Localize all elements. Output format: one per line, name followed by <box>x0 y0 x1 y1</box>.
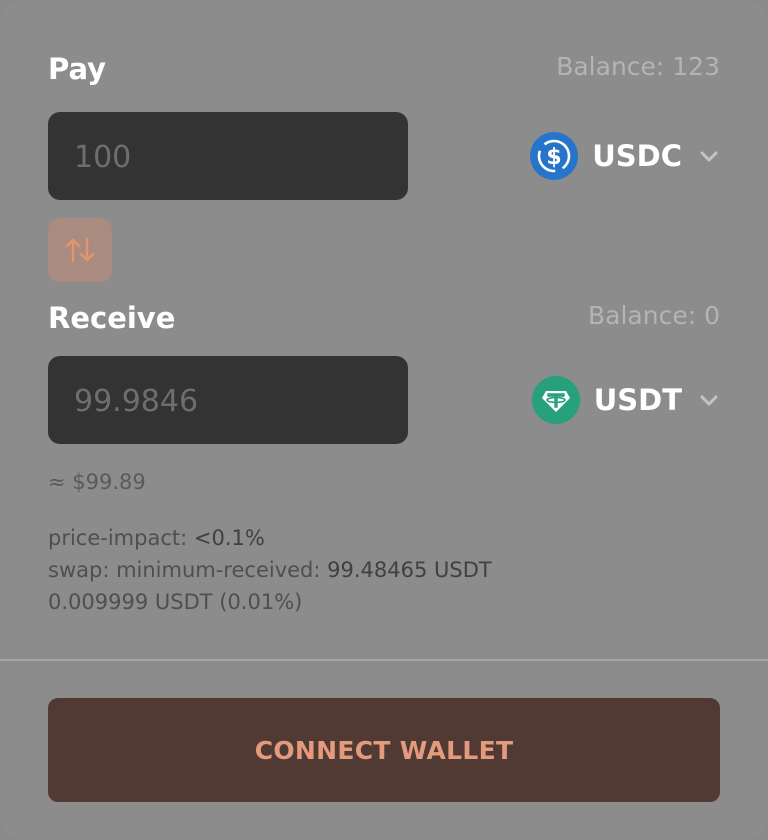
receive-balance: Balance: 0 <box>588 301 720 330</box>
receive-amount-box <box>48 356 408 446</box>
pay-amount-box <box>48 112 408 202</box>
pay-token-symbol: USDC <box>592 139 682 173</box>
receive-token-selector[interactable]: USDT <box>531 376 720 424</box>
swap-details: price-impact: <0.1% swap: minimum-receiv… <box>48 522 492 618</box>
connect-wallet-button[interactable]: CONNECT WALLET <box>48 698 720 802</box>
swap-card: Pay Balance: 123 $ USDC Receive Balance:… <box>0 0 768 840</box>
minimum-received-label: swap: minimum-received: <box>48 558 321 582</box>
swap-arrows-icon <box>63 233 97 267</box>
pay-balance: Balance: 123 <box>556 52 720 81</box>
receive-token-symbol: USDT <box>593 383 682 417</box>
divider <box>0 659 768 661</box>
svg-text:$: $ <box>547 145 562 170</box>
minimum-received-value: 99.48465 USDT <box>327 558 492 582</box>
pay-token-selector[interactable]: $ USDC <box>530 132 720 180</box>
price-impact-row: price-impact: <0.1% <box>48 522 492 554</box>
pay-label: Pay <box>48 52 107 86</box>
usdc-icon: $ <box>530 132 579 180</box>
chevron-down-icon <box>698 145 720 167</box>
receive-label: Receive <box>48 301 176 335</box>
pay-amount-input[interactable] <box>72 112 396 202</box>
usdt-icon <box>531 376 580 424</box>
swap-direction-button[interactable] <box>48 218 112 282</box>
connect-wallet-label: CONNECT WALLET <box>254 735 514 765</box>
price-impact-label: price-impact: <box>48 526 188 550</box>
usd-estimate: ≈ $99.89 <box>48 470 146 494</box>
chevron-down-icon <box>698 389 720 411</box>
receive-amount-input[interactable] <box>72 356 396 446</box>
fee-row: 0.009999 USDT (0.01%) <box>48 590 303 614</box>
minimum-received-row: swap: minimum-received: 99.48465 USDT <box>48 554 492 586</box>
price-impact-value: <0.1% <box>193 526 265 550</box>
